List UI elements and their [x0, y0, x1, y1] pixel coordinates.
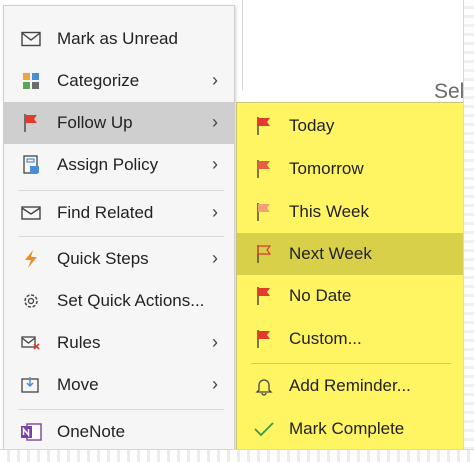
submenu-item-no-date[interactable]: No Date: [237, 275, 463, 317]
submenu-item-add-reminder[interactable]: Add Reminder...: [237, 365, 463, 407]
submenu-item-label: Next Week: [289, 244, 372, 263]
chevron-right-icon: ›: [212, 202, 218, 222]
reading-pane-text: Sel: [434, 80, 465, 103]
menu-separator: [18, 190, 224, 191]
move-icon: [20, 375, 42, 395]
flag-red-icon: [253, 116, 275, 136]
flag-icon: [20, 113, 42, 133]
flag-red-icon: [253, 286, 275, 306]
chevron-right-icon: ›: [212, 70, 218, 90]
submenu-item-next-week[interactable]: Next Week: [237, 233, 463, 275]
submenu-item-label: No Date: [289, 286, 352, 305]
rules-icon: [20, 333, 42, 353]
flag-outline-icon: [253, 244, 275, 264]
policy-icon: [20, 155, 42, 175]
menu-item-set-quick-actions[interactable]: Set Quick Actions...: [4, 280, 234, 322]
menu-item-label: Rules: [57, 333, 101, 352]
follow-up-submenu: Today Tomorrow This Week Next Week No Da: [236, 102, 464, 454]
menu-separator: [18, 236, 224, 237]
envelope-icon: [20, 29, 42, 49]
chevron-right-icon: ›: [212, 332, 218, 352]
submenu-item-label: Mark Complete: [289, 419, 405, 438]
submenu-item-label: This Week: [289, 202, 369, 221]
menu-separator: [18, 409, 224, 410]
submenu-item-custom[interactable]: Custom...: [237, 318, 463, 360]
gear-icon: [20, 291, 42, 311]
menu-item-label: Categorize: [57, 71, 140, 90]
torn-edge-right: [463, 0, 474, 462]
flag-red-icon: [253, 329, 275, 349]
submenu-item-label: Today: [289, 116, 335, 135]
categorize-icon: [20, 71, 42, 91]
submenu-separator: [251, 363, 451, 364]
checkmark-icon: [253, 419, 275, 439]
menu-item-label: Follow Up: [57, 113, 133, 132]
flag-light-icon: [253, 202, 275, 222]
menu-item-follow-up[interactable]: Follow Up ›: [4, 102, 234, 144]
menu-item-label: Assign Policy: [57, 155, 159, 174]
menu-item-onenote[interactable]: OneNote: [4, 411, 234, 453]
menu-item-rules[interactable]: Rules ›: [4, 322, 234, 364]
submenu-item-mark-complete[interactable]: Mark Complete: [237, 408, 463, 450]
bell-icon: [253, 376, 275, 396]
menu-item-label: Mark as Unread: [57, 29, 178, 48]
submenu-item-label: Custom...: [289, 329, 362, 348]
menu-item-quick-steps[interactable]: Quick Steps ›: [4, 238, 234, 280]
screenshot-frame: Sel Mark as Unread Categorize › Follow U…: [0, 0, 474, 462]
chevron-right-icon: ›: [212, 248, 218, 268]
submenu-item-label: Tomorrow: [289, 159, 364, 178]
chevron-right-icon: ›: [212, 154, 218, 174]
submenu-item-tomorrow[interactable]: Tomorrow: [237, 148, 463, 190]
submenu-item-label: Add Reminder...: [289, 376, 411, 395]
submenu-item-this-week[interactable]: This Week: [237, 191, 463, 233]
menu-item-label: Set Quick Actions...: [57, 291, 205, 310]
chevron-right-icon: ›: [212, 374, 218, 394]
flag-red-icon: [253, 159, 275, 179]
lightning-icon: [20, 249, 42, 269]
menu-item-label: Move: [57, 375, 99, 394]
chevron-right-icon: ›: [212, 112, 218, 132]
menu-item-categorize[interactable]: Categorize ›: [4, 60, 234, 102]
menu-item-move[interactable]: Move ›: [4, 364, 234, 406]
menu-item-label: OneNote: [57, 422, 126, 441]
torn-edge-bottom: [0, 449, 474, 462]
menu-item-find-related[interactable]: Find Related ›: [4, 192, 234, 234]
onenote-icon: [20, 422, 42, 442]
reading-pane: [242, 0, 465, 90]
menu-item-label: Quick Steps: [57, 249, 149, 268]
submenu-item-today[interactable]: Today: [237, 105, 463, 147]
context-menu: Mark as Unread Categorize › Follow Up › …: [3, 5, 235, 455]
menu-item-mark-as-unread[interactable]: Mark as Unread: [4, 18, 234, 60]
find-related-icon: [20, 203, 42, 223]
menu-item-label: Find Related: [57, 203, 154, 222]
menu-item-assign-policy[interactable]: Assign Policy ›: [4, 144, 234, 186]
